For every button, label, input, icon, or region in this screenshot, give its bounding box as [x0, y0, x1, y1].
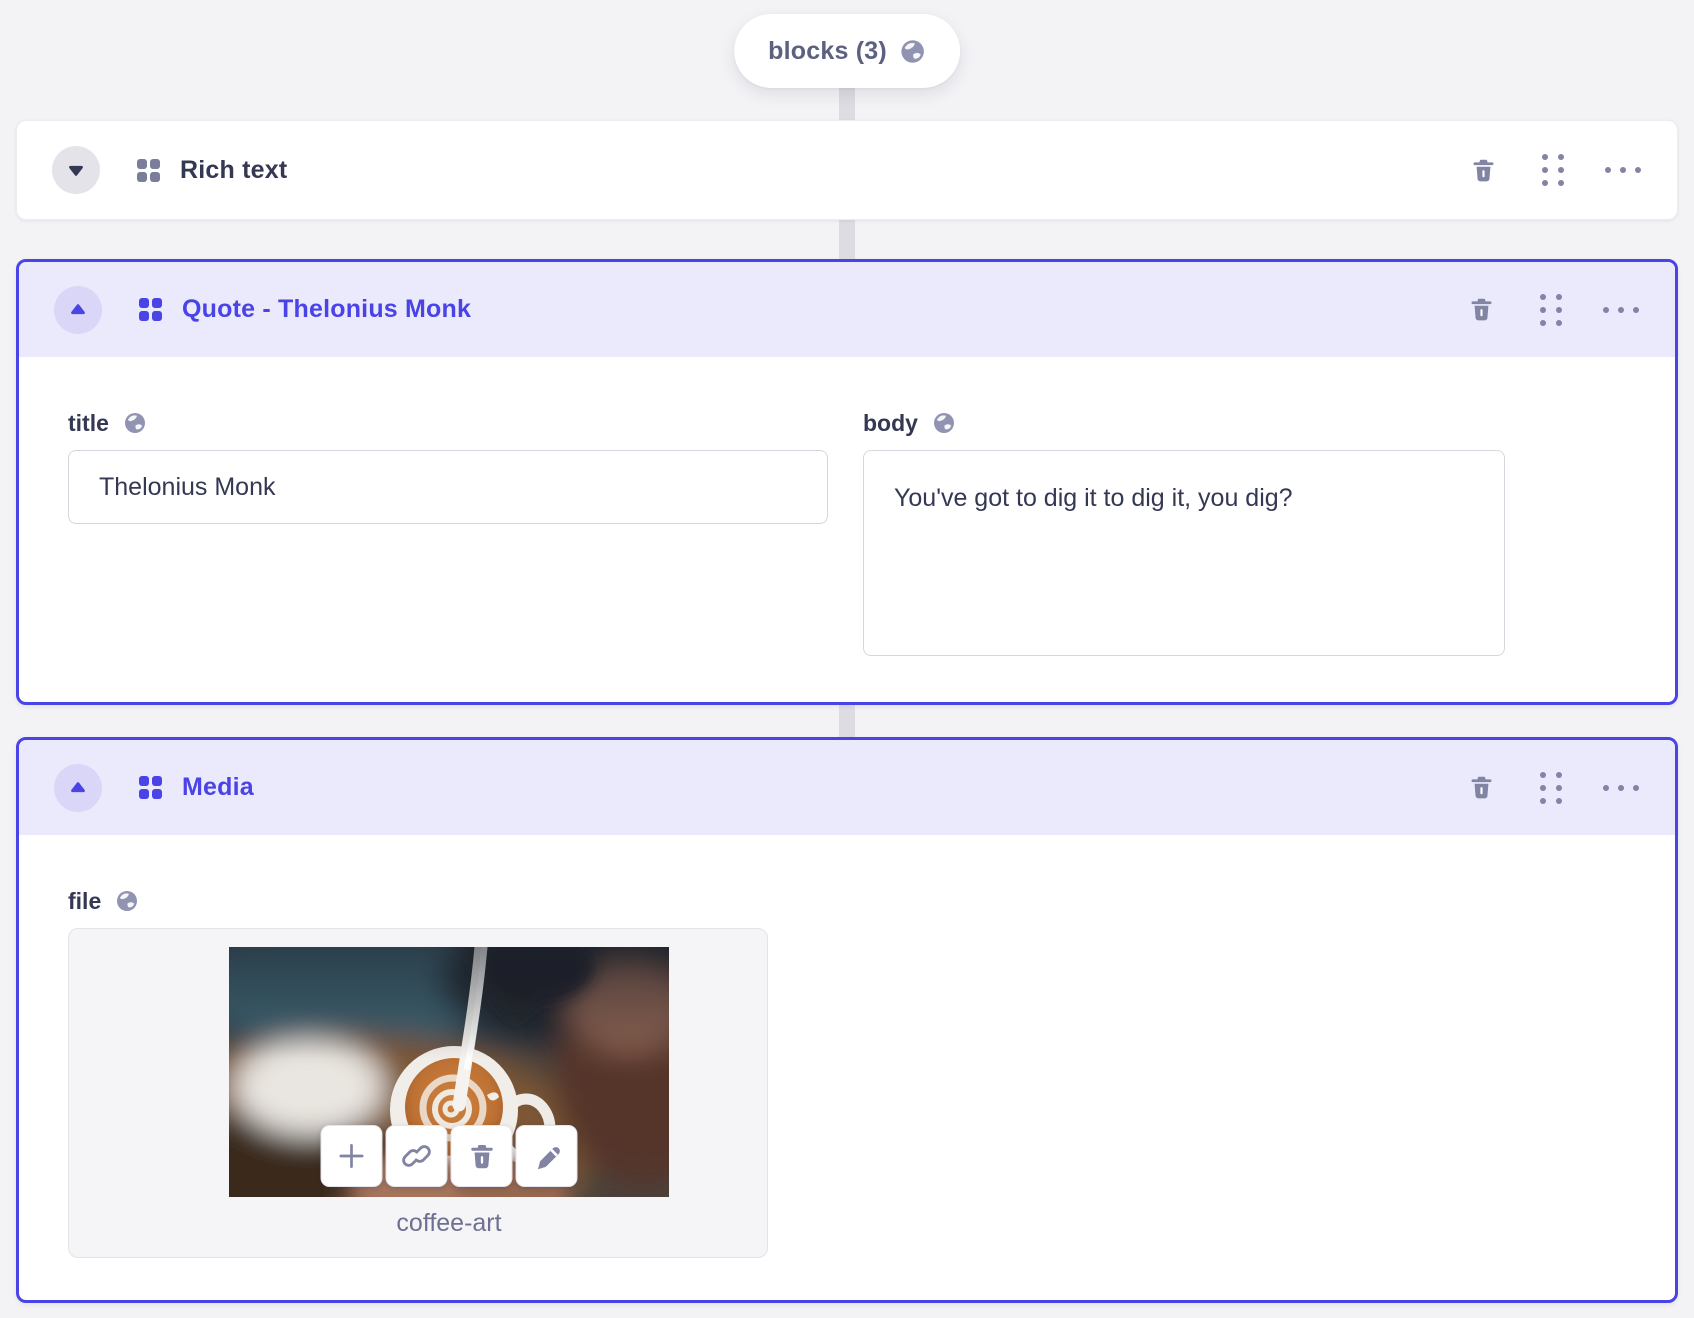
- block-header: Quote - Thelonius Monk: [19, 262, 1675, 357]
- title-field-label: title: [68, 409, 109, 436]
- trash-icon: [1473, 159, 1493, 181]
- caret-down-icon: [69, 165, 83, 176]
- block-body: title body You've got to dig it to dig i…: [19, 357, 1675, 661]
- blocks-array-editor: blocks (3) Rich text Quote - Thelonius M…: [0, 0, 1694, 1318]
- drag-handle-icon: [1540, 293, 1562, 326]
- blocks-count-label: blocks (3): [768, 36, 887, 65]
- asset-filename: coffee-art: [396, 1209, 502, 1237]
- field-label-row: file: [68, 888, 1675, 914]
- media-action-toolbar: [320, 1125, 578, 1187]
- ellipsis-icon: [1603, 306, 1639, 313]
- drag-handle[interactable]: [1537, 771, 1565, 804]
- drag-handle[interactable]: [1539, 154, 1567, 186]
- globe-icon: [124, 413, 145, 433]
- field-label-row: title: [68, 410, 828, 436]
- field-title: title: [68, 410, 828, 661]
- block-rich-text: Rich text: [16, 120, 1678, 220]
- field-body: body You've got to dig it to dig it, you…: [863, 410, 1505, 661]
- blocks-grid-icon: [139, 776, 162, 799]
- expand-toggle-button[interactable]: [52, 146, 100, 194]
- globe-icon: [933, 413, 954, 433]
- link-asset-button[interactable]: [385, 1125, 448, 1187]
- trash-icon: [470, 1144, 493, 1168]
- ellipsis-icon: [1605, 167, 1641, 173]
- trash-icon: [1471, 776, 1491, 799]
- block-actions: [1469, 154, 1641, 186]
- plus-icon: [339, 1144, 364, 1168]
- caret-up-icon: [71, 781, 85, 792]
- block-title: Rich text: [180, 155, 288, 184]
- add-asset-button[interactable]: [320, 1125, 383, 1187]
- body-textarea[interactable]: You've got to dig it to dig it, you dig?: [863, 450, 1505, 656]
- body-field-label: body: [863, 409, 918, 436]
- block-menu-button[interactable]: [1603, 774, 1639, 802]
- edit-asset-button[interactable]: [515, 1125, 578, 1187]
- delete-block-button[interactable]: [1469, 156, 1497, 184]
- file-field-label: file: [68, 887, 102, 914]
- block-media: Media file coffee-art: [16, 737, 1678, 1303]
- block-actions: [1467, 293, 1639, 326]
- blocks-grid-icon: [137, 158, 160, 182]
- drag-handle-icon: [1542, 154, 1564, 186]
- title-input[interactable]: [68, 450, 828, 524]
- block-quote: Quote - Thelonius Monk title Thelonius M…: [16, 259, 1678, 705]
- block-menu-button[interactable]: [1603, 296, 1639, 324]
- field-label-row: body: [863, 410, 1505, 436]
- blocks-grid-icon: [139, 298, 162, 321]
- ellipsis-icon: [1603, 784, 1639, 791]
- file-upload-field: coffee-art: [68, 928, 768, 1258]
- globe-icon: [117, 891, 138, 911]
- globe-icon: [901, 39, 924, 63]
- drag-handle-icon: [1540, 771, 1562, 804]
- block-actions: [1467, 771, 1639, 804]
- delete-block-button[interactable]: [1467, 296, 1495, 324]
- block-body: file coffee-art: [19, 835, 1675, 1258]
- pencil-icon: [537, 1146, 560, 1169]
- caret-up-icon: [71, 303, 85, 314]
- block-title: Quote - Thelonius Monk: [182, 295, 472, 323]
- trash-icon: [1471, 298, 1491, 321]
- block-title: Media: [182, 773, 254, 801]
- delete-block-button[interactable]: [1467, 774, 1495, 802]
- block-header: Media: [19, 740, 1675, 835]
- media-preview: [229, 947, 669, 1197]
- block-header: Rich text: [17, 121, 1677, 219]
- link-icon: [402, 1145, 431, 1167]
- drag-handle[interactable]: [1537, 293, 1565, 326]
- block-menu-button[interactable]: [1605, 156, 1641, 184]
- collapse-toggle-button[interactable]: [54, 285, 102, 334]
- collapse-toggle-button[interactable]: [54, 763, 102, 812]
- remove-asset-button[interactable]: [450, 1125, 513, 1187]
- blocks-count-pill[interactable]: blocks (3): [734, 14, 960, 88]
